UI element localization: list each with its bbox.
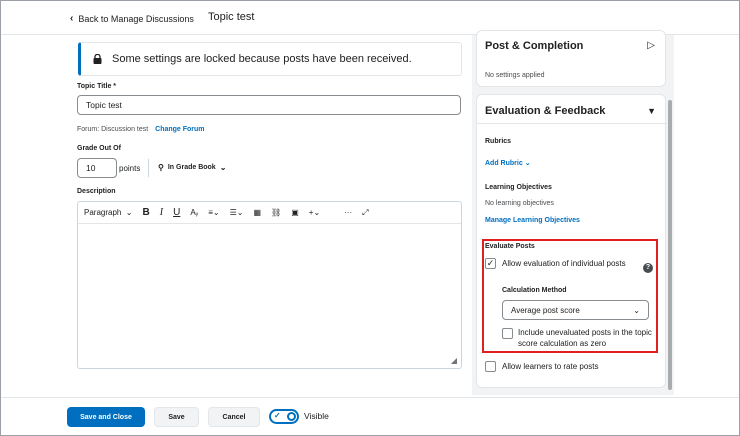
image-icon[interactable]: ▣: [291, 208, 299, 217]
grade-input[interactable]: 10: [77, 158, 117, 178]
editor-toolbar: Paragraph ⌄ B I U Aᵧ ≡⌄ ☰⌄ ▦ ⛓ ▣ +⌄ ··· …: [78, 202, 461, 224]
check-icon: ✓: [274, 411, 281, 420]
format-label: Paragraph: [84, 208, 122, 217]
objectives-label: Learning Objectives: [485, 184, 552, 191]
forum-info: Forum: Discussion test Change Forum: [77, 126, 205, 133]
grade-value: 10: [86, 163, 96, 173]
manage-objectives-link[interactable]: Manage Learning Objectives: [485, 217, 580, 224]
include-unevaluated-checkbox[interactable]: [502, 328, 513, 339]
calc-method-value: Average post score: [511, 305, 580, 315]
insert-plus-icon[interactable]: +⌄: [309, 208, 320, 217]
format-dropdown[interactable]: Paragraph ⌄: [84, 208, 133, 217]
post-completion-card[interactable]: Post & Completion ▷ No settings applied: [476, 30, 666, 87]
post-completion-title: Post & Completion: [485, 40, 584, 52]
lock-banner: Some settings are locked because posts h…: [78, 42, 462, 76]
underline-button[interactable]: U: [173, 207, 180, 218]
chevron-left-icon: ‹: [70, 13, 74, 24]
calc-method-label: Calculation Method: [502, 287, 567, 294]
fullscreen-icon[interactable]: ⤢: [362, 208, 368, 218]
chevron-down-icon: ⌄: [524, 160, 531, 167]
calc-method-select[interactable]: Average post score ⌄: [502, 300, 649, 320]
include-unevaluated-label: Include unevaluated posts in the topic s…: [518, 328, 652, 348]
description-label: Description: [77, 188, 116, 195]
grade-label: Grade Out Of: [77, 145, 121, 152]
grade-unit: points: [119, 164, 141, 173]
text-style-icon[interactable]: Aᵧ: [190, 208, 198, 217]
add-rubric-link[interactable]: Add Rubric ⌄: [485, 159, 531, 167]
main-form: Some settings are locked because posts h…: [70, 35, 470, 395]
bold-button[interactable]: B: [143, 207, 150, 218]
rubrics-label: Rubrics: [485, 138, 512, 145]
pin-icon: ⚲: [158, 163, 164, 172]
allow-eval-checkbox[interactable]: ✓: [485, 258, 496, 269]
topic-title-value: Topic test: [86, 100, 122, 110]
topic-title-label: Topic Title *: [77, 83, 117, 90]
forum-text: Forum: Discussion test: [77, 126, 149, 133]
lock-banner-text: Some settings are locked because posts h…: [112, 53, 412, 65]
toggle-knob: [287, 412, 296, 421]
more-actions-icon[interactable]: ···: [344, 208, 352, 217]
chevron-down-icon: ⌄: [219, 163, 227, 172]
allow-eval-label: Allow evaluation of individual posts: [502, 259, 626, 268]
divider: [148, 159, 149, 177]
align-icon[interactable]: ≡⌄: [208, 208, 219, 217]
gradebook-dropdown[interactable]: ⚲ In Grade Book ⌄: [158, 163, 226, 172]
footer-bar: Save and Close Save Cancel ✓ Visible: [1, 397, 739, 435]
chevron-right-icon: ▷: [647, 40, 655, 51]
cancel-button[interactable]: Cancel: [208, 407, 260, 427]
divider: [477, 123, 667, 124]
list-icon[interactable]: ☰⌄: [230, 208, 244, 217]
link-icon[interactable]: ⛓: [271, 208, 281, 217]
italic-button[interactable]: I: [160, 207, 163, 218]
caret-down-icon[interactable]: ▼: [647, 106, 656, 116]
visible-toggle[interactable]: ✓: [269, 409, 299, 424]
topic-title-input[interactable]: Topic test: [77, 95, 461, 115]
back-link-label: Back to Manage Discussions: [78, 13, 194, 24]
page-title: Topic test: [208, 11, 255, 23]
lock-icon: [93, 54, 102, 64]
save-button[interactable]: Save: [154, 407, 199, 427]
add-rubric-label: Add Rubric: [485, 160, 523, 167]
visible-label: Visible: [304, 411, 329, 421]
allow-rate-checkbox[interactable]: [485, 361, 496, 372]
objectives-empty: No learning objectives: [485, 200, 554, 207]
evaluate-posts-label: Evaluate Posts: [485, 243, 535, 250]
panel-scrollbar[interactable]: [668, 100, 672, 390]
evaluation-title: Evaluation & Feedback: [485, 105, 606, 117]
allow-rate-label: Allow learners to rate posts: [502, 362, 599, 371]
chevron-down-icon: ⌄: [633, 305, 640, 315]
change-forum-link[interactable]: Change Forum: [155, 126, 204, 133]
description-editor[interactable]: Paragraph ⌄ B I U Aᵧ ≡⌄ ☰⌄ ▦ ⛓ ▣ +⌄ ··· …: [77, 201, 462, 369]
post-completion-summary: No settings applied: [485, 72, 545, 79]
insert-stuff-icon[interactable]: ▦: [253, 208, 261, 217]
save-close-button[interactable]: Save and Close: [67, 407, 145, 427]
back-link[interactable]: ‹ Back to Manage Discussions: [70, 13, 194, 24]
resize-handle-icon[interactable]: ◢: [451, 356, 457, 365]
help-icon[interactable]: ?: [643, 263, 653, 273]
gradebook-label: In Grade Book: [167, 164, 216, 171]
